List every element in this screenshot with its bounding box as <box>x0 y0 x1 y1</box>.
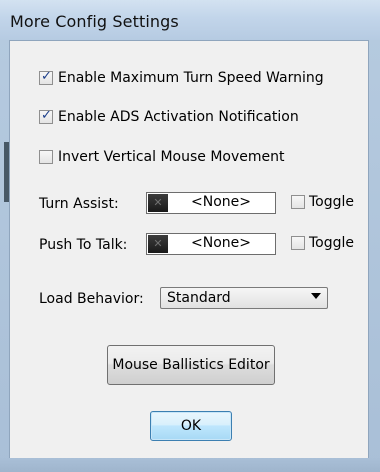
checkbox-label: Enable Maximum Turn Speed Warning <box>58 70 324 86</box>
turn-assist-value: <None> <box>191 194 251 210</box>
window-title: More Config Settings <box>10 12 179 31</box>
toggle-label: Toggle <box>309 235 355 251</box>
push-to-talk-value: <None> <box>191 235 251 251</box>
load-behavior-label: Load Behavior: <box>39 291 144 307</box>
dialog-window: More Config Settings Enable Maximum Turn… <box>0 0 380 472</box>
chevron-down-icon[interactable] <box>311 293 321 299</box>
checkbox-unchecked-icon[interactable] <box>291 195 305 209</box>
checkbox-unchecked-icon[interactable] <box>39 150 53 164</box>
button-label: Mouse Ballistics Editor <box>112 357 270 373</box>
turn-assist-keybind-field[interactable]: ✕ <None> <box>146 192 276 214</box>
dialog-content: Enable Maximum Turn Speed Warning Enable… <box>9 40 369 460</box>
turn-assist-label: Turn Assist: <box>39 196 119 212</box>
invert-vertical-mouse-checkbox[interactable]: Invert Vertical Mouse Movement <box>39 149 284 165</box>
checkbox-unchecked-icon[interactable] <box>291 236 305 250</box>
x-icon[interactable]: ✕ <box>148 235 168 253</box>
window-bottom-frame <box>0 458 380 472</box>
push-to-talk-label: Push To Talk: <box>39 237 128 253</box>
x-icon[interactable]: ✕ <box>148 194 168 212</box>
checkbox-checked-icon[interactable] <box>39 108 53 124</box>
ok-button[interactable]: OK <box>150 411 232 441</box>
turn-assist-toggle-checkbox[interactable]: Toggle <box>291 194 354 210</box>
checkbox-label: Enable ADS Activation Notification <box>58 109 299 125</box>
load-behavior-selected: Standard <box>167 290 231 306</box>
toggle-label: Toggle <box>309 194 355 210</box>
push-to-talk-toggle-checkbox[interactable]: Toggle <box>291 235 354 251</box>
push-to-talk-keybind-field[interactable]: ✕ <None> <box>146 233 276 255</box>
max-turn-speed-warning-checkbox[interactable]: Enable Maximum Turn Speed Warning <box>39 69 324 86</box>
button-label: OK <box>180 418 202 434</box>
checkbox-checked-icon[interactable] <box>39 69 53 85</box>
checkbox-label: Invert Vertical Mouse Movement <box>58 149 285 165</box>
title-bar[interactable]: More Config Settings <box>0 0 380 40</box>
mouse-ballistics-editor-button[interactable]: Mouse Ballistics Editor <box>107 345 275 385</box>
ads-activation-notification-checkbox[interactable]: Enable ADS Activation Notification <box>39 108 299 125</box>
load-behavior-dropdown[interactable]: Standard <box>160 287 328 309</box>
